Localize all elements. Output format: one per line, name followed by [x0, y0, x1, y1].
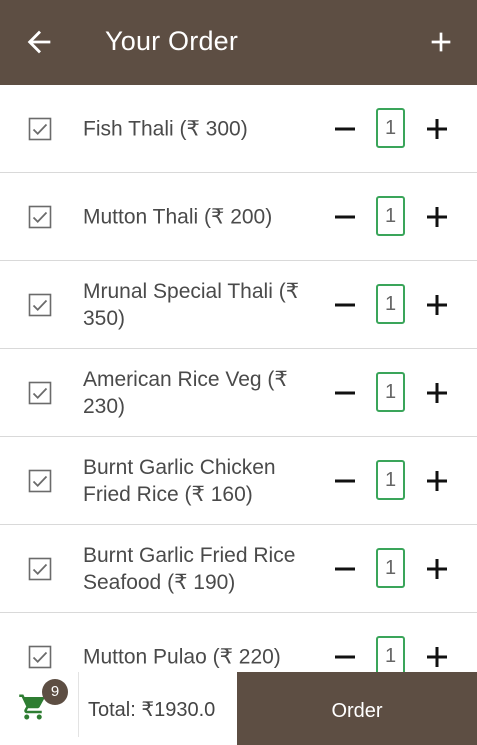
order-item-row: Mutton Pulao (₹ 220) 1	[0, 613, 477, 672]
minus-icon[interactable]	[333, 645, 357, 669]
order-item-row: Mrunal Special Thali (₹ 350) 1	[0, 261, 477, 349]
quantity-field[interactable]: 1	[376, 636, 405, 672]
item-name: Fish Thali (₹ 300)	[83, 117, 248, 140]
order-item-row: Burnt Garlic Chicken Fried Rice (₹ 160) …	[0, 437, 477, 525]
minus-icon[interactable]	[333, 293, 357, 317]
quantity-field[interactable]: 1	[376, 372, 405, 412]
item-name: American Rice Veg (₹ 230)	[83, 367, 288, 418]
minus-icon[interactable]	[333, 117, 357, 141]
arrow-left-icon[interactable]	[22, 25, 56, 59]
checkbox-checked-icon[interactable]	[28, 469, 52, 493]
minus-icon[interactable]	[333, 381, 357, 405]
quantity-field[interactable]: 1	[376, 460, 405, 500]
plus-icon[interactable]	[425, 645, 449, 669]
order-item-list: Fish Thali (₹ 300) 1 Mutton Thali (₹ 200…	[0, 85, 477, 672]
order-item-row: Mutton Thali (₹ 200) 1	[0, 173, 477, 261]
cart-count-badge: 9	[42, 679, 68, 705]
checkbox-checked-icon[interactable]	[28, 293, 52, 317]
quantity-field[interactable]: 1	[376, 108, 405, 148]
plus-icon[interactable]	[425, 117, 449, 141]
plus-icon[interactable]	[425, 205, 449, 229]
divider	[78, 672, 79, 737]
item-name: Burnt Garlic Chicken Fried Rice (₹ 160)	[83, 455, 276, 506]
item-name: Mutton Pulao (₹ 220)	[83, 645, 281, 668]
item-name: Mrunal Special Thali (₹ 350)	[83, 279, 300, 330]
quantity-field[interactable]: 1	[376, 196, 405, 236]
order-item-row: Burnt Garlic Fried Rice Seafood (₹ 190) …	[0, 525, 477, 613]
plus-icon[interactable]	[425, 293, 449, 317]
quantity-field[interactable]: 1	[376, 284, 405, 324]
app-bar: Your Order	[0, 0, 477, 85]
plus-icon[interactable]	[425, 381, 449, 405]
minus-icon[interactable]	[333, 205, 357, 229]
order-item-row: American Rice Veg (₹ 230) 1	[0, 349, 477, 437]
quantity-field[interactable]: 1	[376, 548, 405, 588]
plus-icon[interactable]	[425, 469, 449, 493]
order-item-row: Fish Thali (₹ 300) 1	[0, 85, 477, 173]
checkbox-checked-icon[interactable]	[28, 117, 52, 141]
page-title: Your Order	[105, 26, 239, 56]
plus-icon[interactable]	[425, 26, 457, 58]
checkbox-checked-icon[interactable]	[28, 645, 52, 669]
item-name: Mutton Thali (₹ 200)	[83, 205, 273, 228]
checkbox-checked-icon[interactable]	[28, 557, 52, 581]
item-name: Burnt Garlic Fried Rice Seafood (₹ 190)	[83, 543, 296, 594]
plus-icon[interactable]	[425, 557, 449, 581]
checkbox-checked-icon[interactable]	[28, 381, 52, 405]
minus-icon[interactable]	[333, 557, 357, 581]
minus-icon[interactable]	[333, 469, 357, 493]
bottom-bar: Total: ₹1930.0 Order	[0, 672, 477, 745]
order-button[interactable]: Order	[237, 672, 477, 745]
order-total: Total: ₹1930.0	[88, 699, 216, 721]
checkbox-checked-icon[interactable]	[28, 205, 52, 229]
